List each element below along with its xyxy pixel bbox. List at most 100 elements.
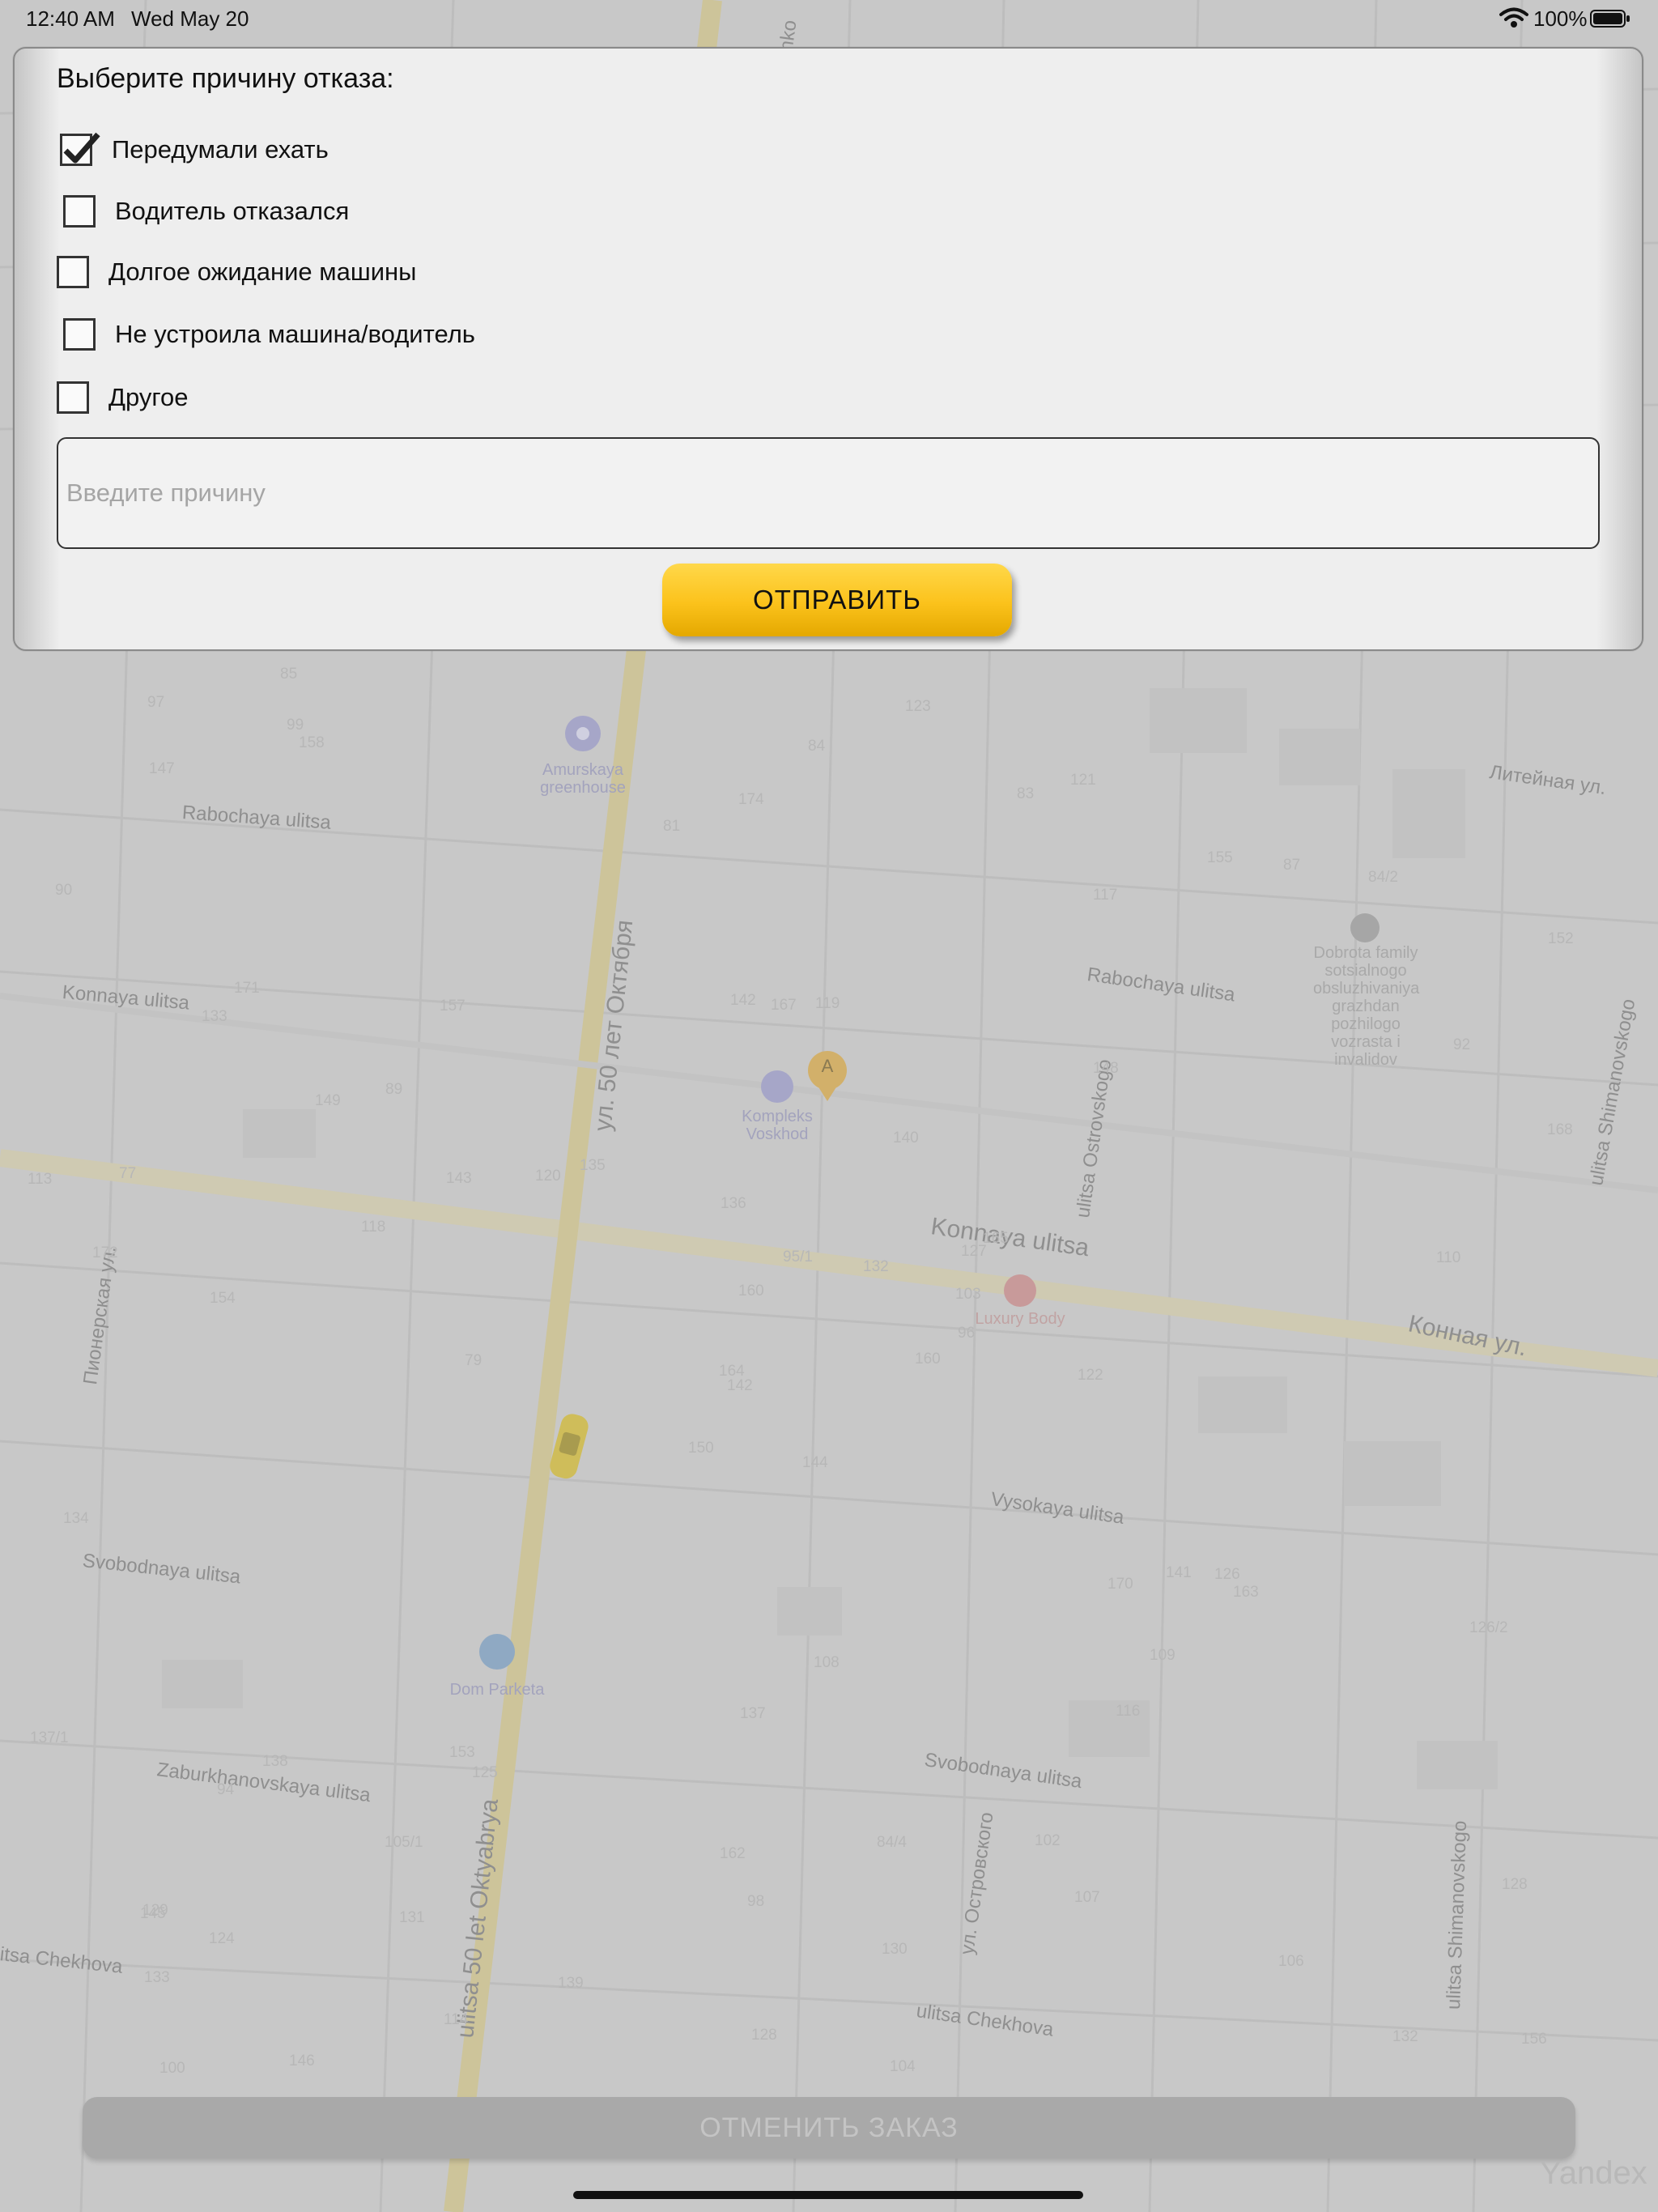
house-number: 160 xyxy=(915,1351,941,1368)
house-number: 158 xyxy=(299,734,325,751)
submit-button[interactable]: ОТПРАВИТЬ xyxy=(662,564,1012,636)
house-number: 102 xyxy=(1035,1832,1061,1849)
reason-label: Не устроила машина/водитель xyxy=(115,320,475,348)
home-indicator[interactable] xyxy=(573,2191,1083,2199)
battery-percent: 100% xyxy=(1533,6,1588,31)
house-number: 108 xyxy=(814,1654,840,1671)
house-number: 128 xyxy=(1502,1876,1528,1893)
house-number: 149 xyxy=(315,1092,341,1109)
house-number: 132 xyxy=(863,1258,889,1275)
house-number: 162 xyxy=(720,1845,746,1862)
house-number: 121 xyxy=(1070,772,1096,789)
house-number: 147 xyxy=(149,760,175,777)
house-number: 95/1 xyxy=(783,1249,813,1266)
house-number: 84/2 xyxy=(1368,869,1398,886)
house-number: 120 xyxy=(535,1168,561,1185)
house-number: 107 xyxy=(1074,1889,1100,1906)
checkmark-icon xyxy=(63,132,100,164)
house-number: 81 xyxy=(663,818,681,835)
house-number: 79 xyxy=(465,1352,483,1369)
house-number: 105/1 xyxy=(385,1834,423,1851)
dialog-edge-shade xyxy=(15,49,60,649)
house-number: 143 xyxy=(446,1170,472,1187)
house-number: 116 xyxy=(1116,1703,1141,1720)
house-number: 94 xyxy=(217,1781,235,1798)
house-number: 163 xyxy=(1233,1584,1259,1601)
house-number: 174 xyxy=(738,791,764,808)
house-number: 140 xyxy=(893,1129,919,1146)
cancel-order-button[interactable]: ОТМЕНИТЬ ЗАКАЗ xyxy=(83,2097,1575,2159)
reason-checkbox[interactable] xyxy=(63,195,96,228)
yandex-logo: Yandex xyxy=(1540,2155,1647,2191)
house-number: 109 xyxy=(1150,1647,1175,1664)
poi-label: Dobrota family sotsialnogo obsluzhivaniy… xyxy=(1313,944,1420,1069)
house-number: 144 xyxy=(802,1454,828,1471)
house-number: 123 xyxy=(905,698,931,715)
house-number: 154 xyxy=(210,1290,236,1307)
house-number: 110 xyxy=(1436,1249,1461,1266)
house-number: 103 xyxy=(955,1286,981,1303)
house-number: 172 xyxy=(92,1244,118,1261)
dialog-edge-shade xyxy=(1596,49,1642,649)
house-number: 148 xyxy=(1093,1060,1119,1077)
house-number: 137/1 xyxy=(30,1729,69,1746)
house-number: 167 xyxy=(771,997,797,1014)
house-number: 168 xyxy=(1547,1121,1573,1138)
route-start-label: A xyxy=(821,1056,834,1076)
house-number: 171 xyxy=(234,980,260,997)
house-number: 125 xyxy=(472,1764,498,1781)
reason-input[interactable] xyxy=(57,437,1600,549)
reason-checkbox[interactable] xyxy=(57,381,89,414)
house-number: 92 xyxy=(1453,1036,1471,1053)
reason-option[interactable]: Водитель отказался xyxy=(63,191,349,232)
house-number: 134 xyxy=(63,1510,89,1527)
wifi-icon xyxy=(1499,7,1528,28)
reason-option[interactable]: Долгое ожидание машины xyxy=(57,252,416,292)
house-number: 165 xyxy=(983,1230,1009,1247)
house-number: 87 xyxy=(1283,857,1301,874)
reason-checkbox[interactable] xyxy=(57,256,89,288)
house-number: 155 xyxy=(1207,849,1233,866)
reason-checkbox[interactable] xyxy=(63,318,96,351)
reason-label: Другое xyxy=(108,383,189,411)
house-number: 137 xyxy=(740,1705,766,1722)
house-number: 104 xyxy=(890,2058,916,2075)
reason-option[interactable]: Передумали ехать xyxy=(60,130,329,170)
house-number: 130 xyxy=(882,1941,908,1958)
house-number: 100 xyxy=(159,2060,185,2077)
house-number: 84 xyxy=(808,738,826,755)
house-number: 119 xyxy=(815,995,840,1012)
house-number: 153 xyxy=(449,1744,475,1761)
house-number: 141 xyxy=(1166,1564,1192,1581)
reason-option[interactable]: Другое xyxy=(57,377,189,418)
reason-checkbox[interactable] xyxy=(60,132,100,166)
house-number: 135 xyxy=(580,1157,606,1174)
house-number: 170 xyxy=(1107,1576,1133,1593)
house-number: 98 xyxy=(747,1893,765,1910)
poi-label: Kompleks Voskhod xyxy=(742,1108,813,1143)
battery-icon xyxy=(1590,10,1630,28)
dialog-title: Выберите причину отказа: xyxy=(57,63,394,94)
reason-option[interactable]: Не устроила машина/водитель xyxy=(63,314,475,355)
poi-label: Luxury Body xyxy=(975,1310,1065,1328)
reason-label: Передумали ехать xyxy=(112,135,329,164)
house-number: 117 xyxy=(1093,887,1118,904)
cancel-reason-dialog: Выберите причину отказа: Передумали ехат… xyxy=(13,47,1643,651)
house-number: 84/4 xyxy=(877,1834,907,1851)
house-number: 150 xyxy=(688,1440,714,1457)
house-number: 124 xyxy=(209,1930,235,1947)
house-number: 77 xyxy=(119,1165,137,1182)
house-number: 106 xyxy=(1278,1953,1304,1970)
house-number: 96 xyxy=(958,1325,976,1342)
house-number: 142 xyxy=(730,992,756,1009)
house-number: 152 xyxy=(1548,930,1574,947)
house-number: 133 xyxy=(202,1008,227,1025)
reason-label: Долгое ожидание машины xyxy=(108,257,417,286)
house-number: 160 xyxy=(738,1283,764,1300)
poi-label: Amurskaya greenhouse xyxy=(540,761,626,797)
house-number: 128 xyxy=(751,2027,777,2044)
status-time: 12:40 AM xyxy=(26,6,115,31)
house-number: 83 xyxy=(1017,785,1035,802)
house-number: 113 xyxy=(28,1171,53,1188)
status-date: Wed May 20 xyxy=(131,6,249,31)
